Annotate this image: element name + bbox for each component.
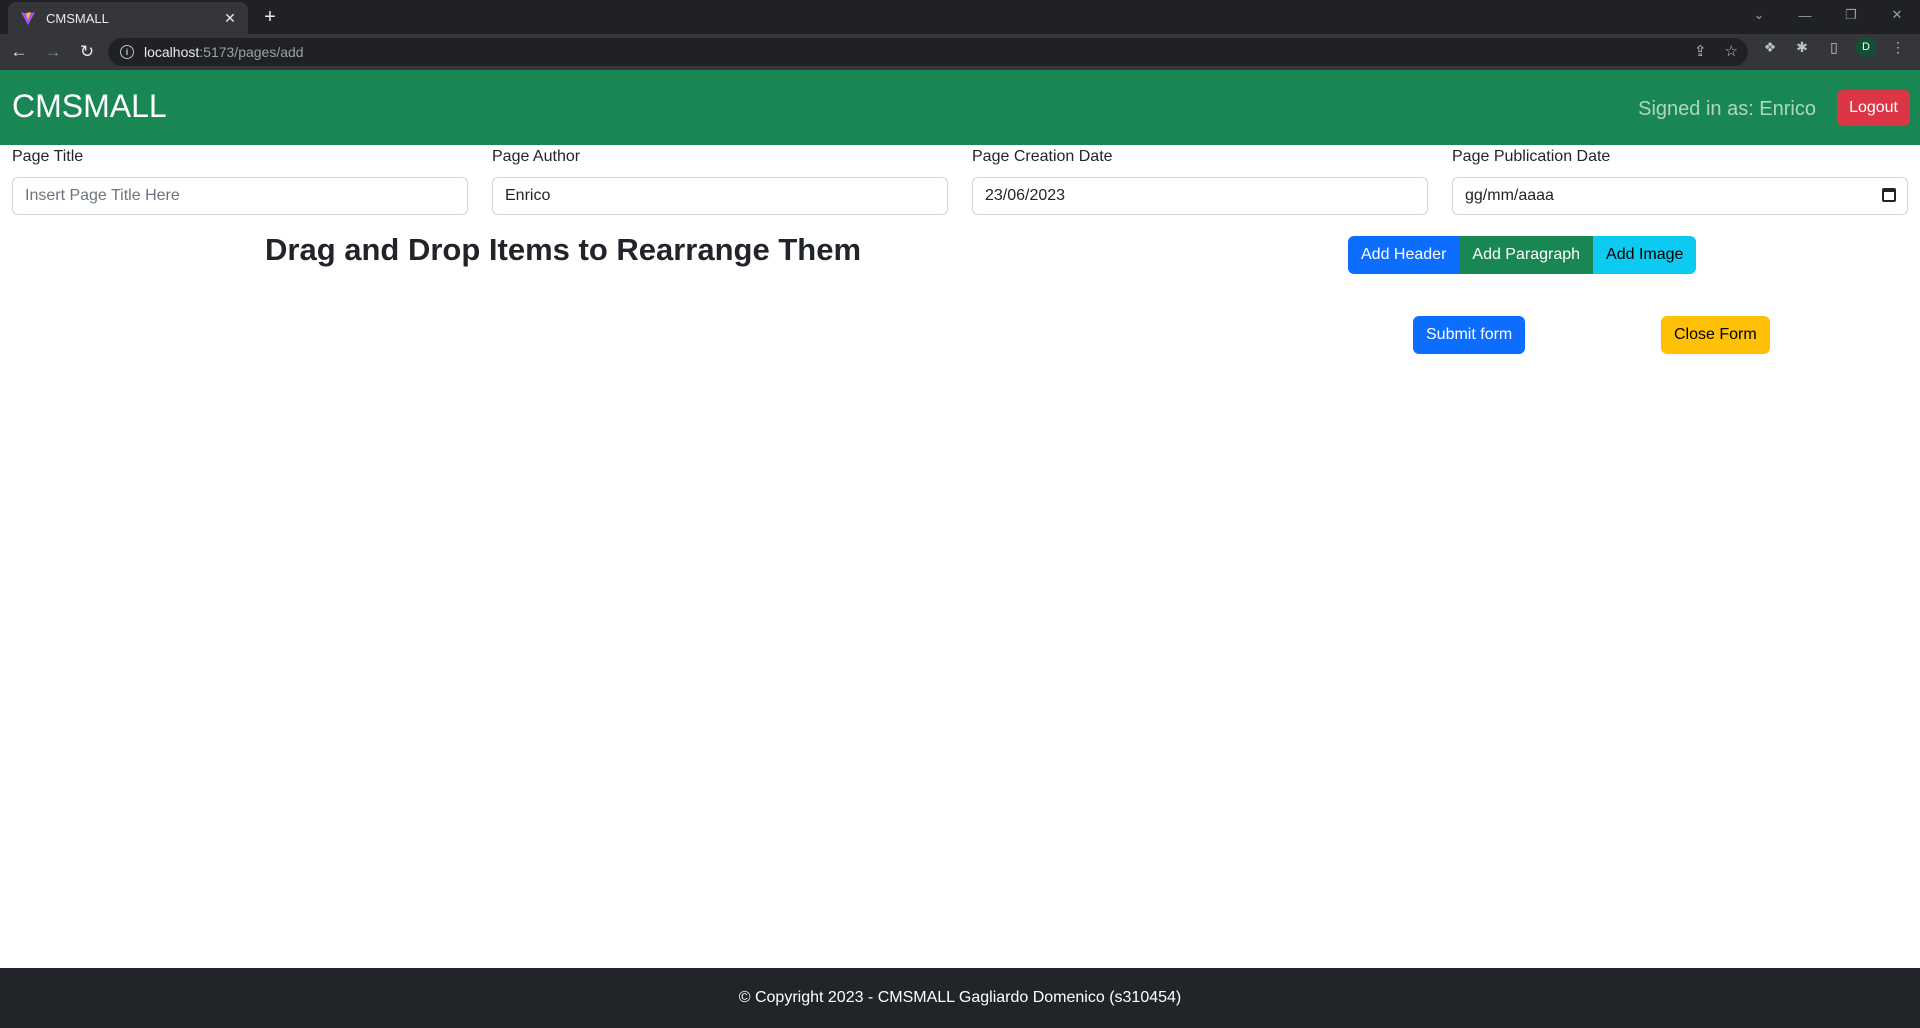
site-info-icon[interactable]: i (120, 45, 134, 59)
add-image-button[interactable]: Add Image (1593, 236, 1697, 274)
page-publication-date-field: Page Publication Date (1452, 145, 1908, 215)
calendar-icon[interactable] (1882, 188, 1896, 202)
add-paragraph-button[interactable]: Add Paragraph (1459, 236, 1594, 274)
new-tab-icon[interactable]: + (258, 6, 282, 30)
profile-avatar[interactable]: D (1856, 37, 1876, 57)
bookmark-star-icon[interactable]: ☆ (1725, 42, 1738, 60)
forward-icon[interactable]: → (38, 37, 68, 67)
restore-icon[interactable]: ❐ (1828, 0, 1874, 30)
close-window-icon[interactable]: ✕ (1874, 0, 1920, 30)
logout-button[interactable]: Logout (1837, 90, 1910, 126)
add-header-button[interactable]: Add Header (1348, 236, 1460, 274)
add-block-button-group: Add Header Add Paragraph Add Image (1348, 236, 1697, 274)
tab-close-icon[interactable]: ✕ (222, 10, 238, 27)
page-title-input[interactable] (12, 177, 468, 215)
page-creation-date-input[interactable] (972, 177, 1428, 215)
menu-kebab-icon[interactable]: ⋮ (1888, 37, 1908, 57)
app-navbar: CMSMALL Signed in as: Enrico Logout (0, 70, 1920, 145)
window-controls: ⌄ — ❐ ✕ (1736, 0, 1920, 30)
page-author-field: Page Author (492, 145, 948, 215)
minimize-icon[interactable]: — (1782, 0, 1828, 30)
puzzle-icon[interactable]: ✱ (1792, 37, 1812, 57)
page-title-label: Page Title (12, 148, 84, 165)
brand-title[interactable]: CMSMALL (12, 88, 167, 125)
page-author-input[interactable] (492, 177, 948, 215)
vite-logo-icon (20, 10, 36, 26)
browser-toolbar: ← → ↻ i localhost:5173/pages/add ⇪ ☆ ❖ ✱… (0, 34, 1920, 70)
drag-drop-heading: Drag and Drop Items to Rearrange Them (265, 232, 862, 267)
back-icon[interactable]: ← (4, 37, 34, 67)
copyright-text: © Copyright 2023 - CMSMALL Gagliardo Dom… (738, 989, 1182, 1006)
page-title-field: Page Title (12, 145, 468, 215)
extension-icon[interactable]: ❖ (1760, 37, 1780, 57)
footer: © Copyright 2023 - CMSMALL Gagliardo Dom… (0, 968, 1920, 1028)
page-creation-date-label: Page Creation Date (972, 148, 1113, 165)
tab-title: CMSMALL (46, 10, 109, 26)
close-form-button[interactable]: Close Form (1661, 316, 1770, 354)
browser-tab-bar: CMSMALL ✕ + ⌄ — ❐ ✕ (0, 0, 1920, 34)
submit-form-button[interactable]: Submit form (1413, 316, 1526, 354)
signed-in-text: Signed in as: Enrico (1638, 98, 1816, 120)
address-bar[interactable]: i localhost:5173/pages/add ⇪ ☆ (108, 38, 1748, 66)
page-author-label: Page Author (492, 148, 581, 165)
reload-icon[interactable]: ↻ (72, 37, 102, 67)
tab-search-icon[interactable]: ⌄ (1736, 0, 1782, 30)
side-panel-icon[interactable]: ▯ (1824, 37, 1844, 57)
browser-tab[interactable]: CMSMALL ✕ (8, 2, 248, 34)
page-publication-date-input[interactable] (1452, 177, 1908, 215)
page-creation-date-field: Page Creation Date (972, 145, 1428, 215)
page-publication-date-label: Page Publication Date (1452, 148, 1611, 165)
share-icon[interactable]: ⇪ (1694, 42, 1707, 60)
url-text: localhost:5173/pages/add (144, 44, 304, 60)
